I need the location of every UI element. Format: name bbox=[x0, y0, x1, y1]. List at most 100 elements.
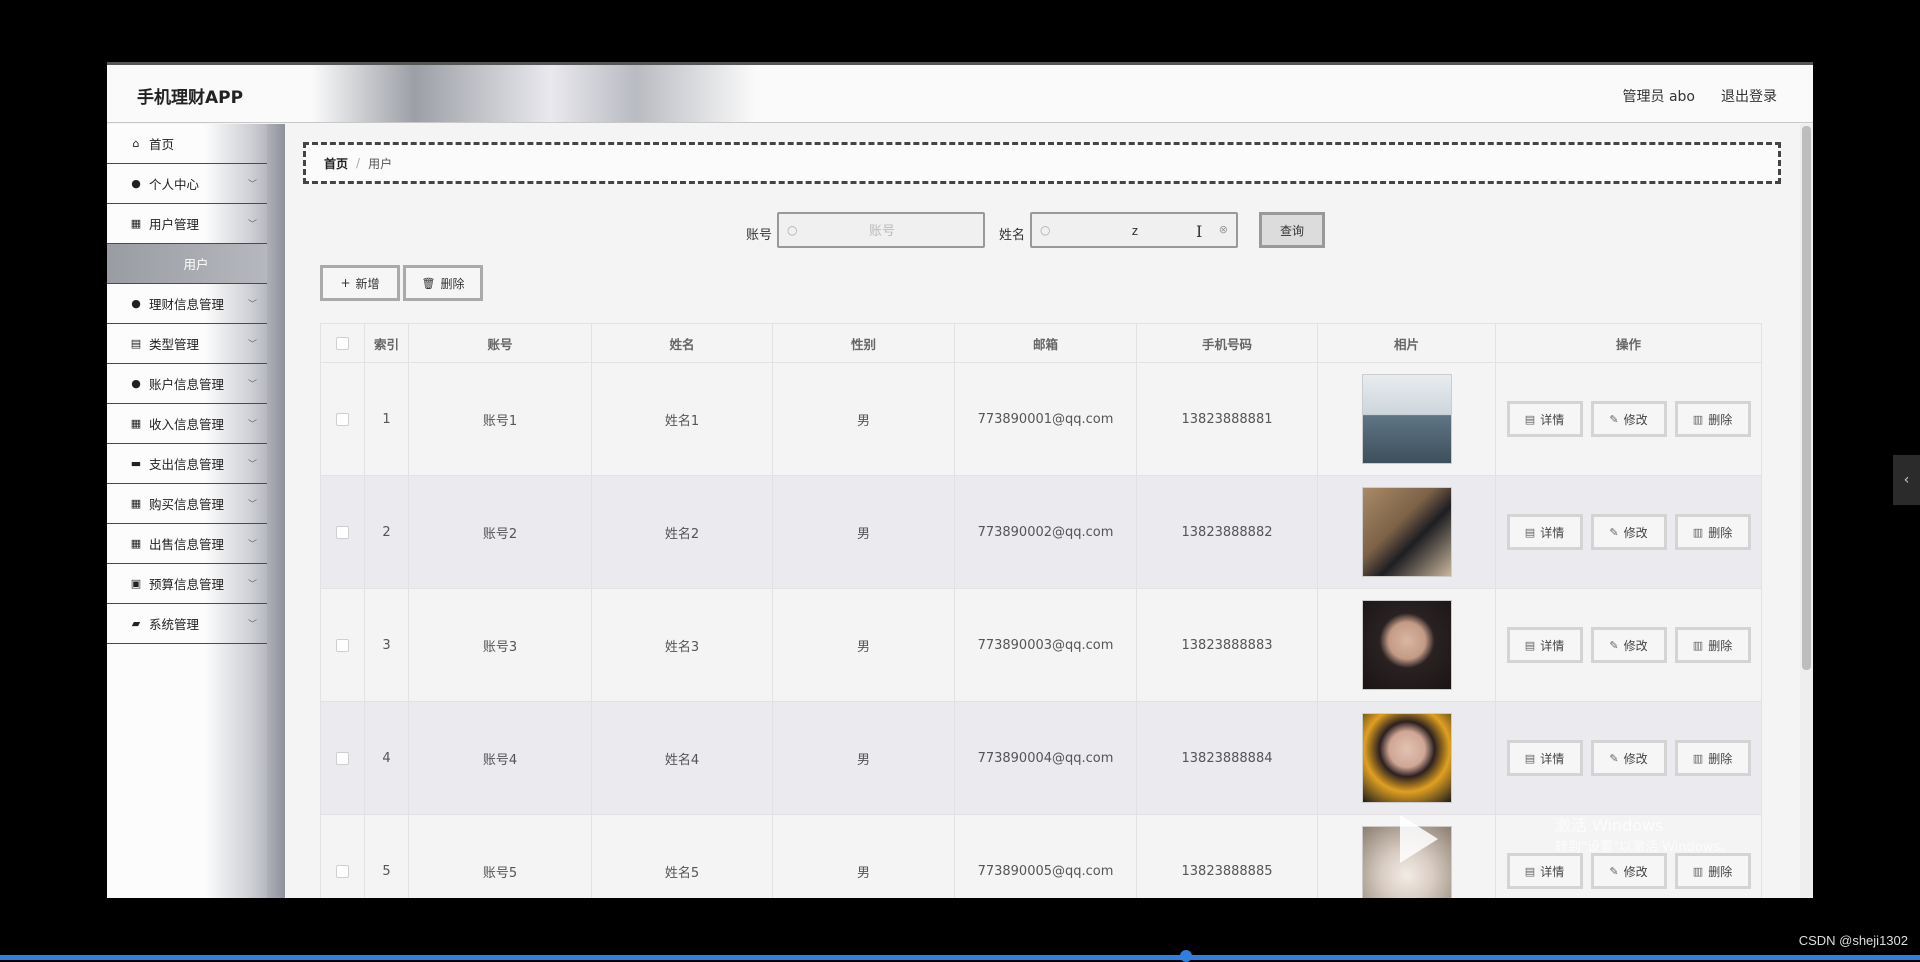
add-button-label: 新增 bbox=[355, 276, 380, 291]
cell-account: 账号4 bbox=[409, 702, 592, 814]
sidebar-item-type-management[interactable]: ▤ 类型管理 ﹀ bbox=[107, 324, 267, 364]
edit-button[interactable]: ✎ 修改 bbox=[1590, 401, 1667, 437]
edit-button-label: 修改 bbox=[1623, 412, 1648, 427]
cell-photo bbox=[1318, 363, 1496, 475]
plus-icon: + bbox=[340, 276, 351, 290]
select-all-checkbox[interactable] bbox=[336, 336, 349, 350]
edit-button[interactable]: ✎ 修改 bbox=[1590, 740, 1667, 776]
breadcrumb-home[interactable]: 首页 bbox=[324, 155, 348, 172]
document-icon: ▤ bbox=[1524, 638, 1536, 652]
sidebar-item-budget-info[interactable]: ▣ 预算信息管理 ﹀ bbox=[107, 564, 267, 604]
row-checkbox[interactable] bbox=[336, 864, 349, 878]
document-icon: ▤ bbox=[1524, 864, 1536, 878]
user-icon: ● bbox=[131, 177, 141, 190]
add-button[interactable]: + 新增 bbox=[320, 265, 400, 301]
user-photo[interactable] bbox=[1361, 374, 1452, 464]
sidebar-item-label: 预算信息管理 bbox=[149, 577, 225, 592]
sidebar-item-user-management[interactable]: ▦ 用户管理 ﹀ bbox=[107, 204, 267, 244]
sidebar-item-expense-info[interactable]: ▬ 支出信息管理 ﹀ bbox=[107, 444, 267, 484]
sidebar-item-income-info[interactable]: ▦ 收入信息管理 ﹀ bbox=[107, 404, 267, 444]
sidebar-item-label: 出售信息管理 bbox=[149, 537, 225, 552]
sidebar-subitem-user[interactable]: 用户 bbox=[107, 244, 285, 284]
row-checkbox[interactable] bbox=[336, 638, 349, 652]
detail-button-label: 详情 bbox=[1540, 638, 1565, 653]
app-title: 手机理财APP bbox=[137, 88, 244, 108]
delete-button[interactable]: 🗑 删除 bbox=[403, 265, 483, 301]
cell-email: 773890002@qq.com bbox=[955, 476, 1137, 588]
clipboard-icon: ▤ bbox=[130, 337, 142, 350]
sidebar-item-label: 类型管理 bbox=[149, 337, 200, 352]
column-header-index: 索引 bbox=[365, 324, 409, 362]
video-progress-bar[interactable] bbox=[0, 955, 1920, 960]
detail-button-label: 详情 bbox=[1540, 864, 1565, 879]
table-body: 1 账号1 姓名1 男 773890001@qq.com 13823888881 ▤ 详情 ✎ 修… bbox=[320, 363, 1762, 898]
video-progress-handle[interactable] bbox=[1180, 950, 1192, 962]
chevron-down-icon: ﹀ bbox=[247, 180, 257, 190]
name-search-field[interactable]: ○ ⊗ bbox=[1030, 212, 1238, 248]
detail-button[interactable]: ▤ 详情 bbox=[1506, 514, 1583, 550]
row-delete-button[interactable]: ▥ 删除 bbox=[1674, 401, 1751, 437]
chevron-down-icon: ﹀ bbox=[247, 340, 257, 350]
scrollbar-thumb[interactable] bbox=[1802, 126, 1811, 670]
row-checkbox[interactable] bbox=[336, 525, 349, 539]
user-photo[interactable] bbox=[1361, 713, 1452, 803]
cell-index: 2 bbox=[365, 476, 409, 588]
edit-button[interactable]: ✎ 修改 bbox=[1590, 627, 1667, 663]
cell-gender: 男 bbox=[773, 815, 955, 898]
user-photo[interactable] bbox=[1361, 487, 1452, 577]
edit-icon: ✎ bbox=[1609, 412, 1619, 426]
play-icon bbox=[1400, 815, 1438, 863]
detail-button[interactable]: ▤ 详情 bbox=[1506, 740, 1583, 776]
cell-phone: 13823888885 bbox=[1137, 815, 1318, 898]
detail-button[interactable]: ▤ 详情 bbox=[1506, 401, 1583, 437]
sidebar-item-finance-info[interactable]: ● 理财信息管理 ﹀ bbox=[107, 284, 267, 324]
sidebar-item-label: 理财信息管理 bbox=[149, 297, 225, 312]
sidebar-item-sale-info[interactable]: ▦ 出售信息管理 ﹀ bbox=[107, 524, 267, 564]
account-search-input[interactable] bbox=[807, 220, 957, 240]
name-search-input[interactable] bbox=[1060, 220, 1210, 240]
watermark: CSDN @sheji1302 bbox=[1798, 933, 1908, 948]
row-delete-button[interactable]: ▥ 删除 bbox=[1674, 514, 1751, 550]
edit-button[interactable]: ✎ 修改 bbox=[1590, 514, 1667, 550]
sidebar-item-purchase-info[interactable]: ▦ 购买信息管理 ﹀ bbox=[107, 484, 267, 524]
user-table: 索引 账号 姓名 性别 邮箱 手机号码 相片 操作 1 账号1 姓名1 男 773890… bbox=[320, 323, 1762, 898]
sidebar-item-system-management[interactable]: ▰ 系统管理 ﹀ bbox=[107, 604, 267, 644]
sidebar-shadow bbox=[267, 124, 285, 898]
cell-email: 773890003@qq.com bbox=[955, 589, 1137, 701]
activate-windows-notice: 激活 Windows 转到"设置"以激活 Windows。 bbox=[1555, 815, 1733, 859]
row-delete-button-label: 删除 bbox=[1708, 412, 1733, 427]
sidebar-item-account-info[interactable]: ● 账户信息管理 ﹀ bbox=[107, 364, 267, 404]
cell-actions: ▤ 详情 ✎ 修改 ▥ 删除 bbox=[1496, 589, 1762, 701]
breadcrumb: 首页 / 用户 bbox=[303, 142, 1781, 184]
row-checkbox[interactable] bbox=[336, 751, 349, 765]
cell-actions: ▤ 详情 ✎ 修改 ▥ 删除 bbox=[1496, 702, 1762, 814]
collapse-panel-tab[interactable]: ‹ bbox=[1893, 455, 1920, 505]
cell-name: 姓名1 bbox=[592, 363, 773, 475]
sidebar-item-label: 用户管理 bbox=[149, 217, 200, 232]
account-search-field[interactable]: ○ bbox=[777, 212, 985, 248]
row-delete-button[interactable]: ▥ 删除 bbox=[1674, 740, 1751, 776]
sidebar-item-home[interactable]: ⌂ 首页 bbox=[107, 124, 267, 164]
clear-icon[interactable]: ⊗ bbox=[1219, 223, 1228, 236]
vertical-scrollbar[interactable] bbox=[1800, 124, 1813, 898]
row-checkbox[interactable] bbox=[336, 412, 349, 426]
column-header-actions: 操作 bbox=[1496, 324, 1762, 362]
row-delete-button-label: 删除 bbox=[1708, 525, 1733, 540]
logout-link[interactable]: 退出登录 bbox=[1721, 86, 1777, 106]
sidebar-item-label: 支出信息管理 bbox=[149, 457, 225, 472]
document-icon: ▤ bbox=[1524, 751, 1536, 765]
cell-gender: 男 bbox=[773, 702, 955, 814]
user-photo[interactable] bbox=[1361, 600, 1452, 690]
query-button[interactable]: 查询 bbox=[1259, 212, 1325, 248]
user-icon: ● bbox=[131, 377, 141, 390]
row-delete-button[interactable]: ▥ 删除 bbox=[1674, 627, 1751, 663]
cell-account: 账号5 bbox=[409, 815, 592, 898]
sidebar-item-personal-center[interactable]: ● 个人中心 ﹀ bbox=[107, 164, 267, 204]
chevron-down-icon: ﹀ bbox=[247, 420, 257, 430]
detail-button[interactable]: ▤ 详情 bbox=[1506, 627, 1583, 663]
chevron-down-icon: ﹀ bbox=[247, 380, 257, 390]
chevron-down-icon: ﹀ bbox=[247, 460, 257, 470]
cell-email: 773890004@qq.com bbox=[955, 702, 1137, 814]
cell-actions: ▤ 详情 ✎ 修改 ▥ 删除 bbox=[1496, 476, 1762, 588]
cell-name: 姓名5 bbox=[592, 815, 773, 898]
